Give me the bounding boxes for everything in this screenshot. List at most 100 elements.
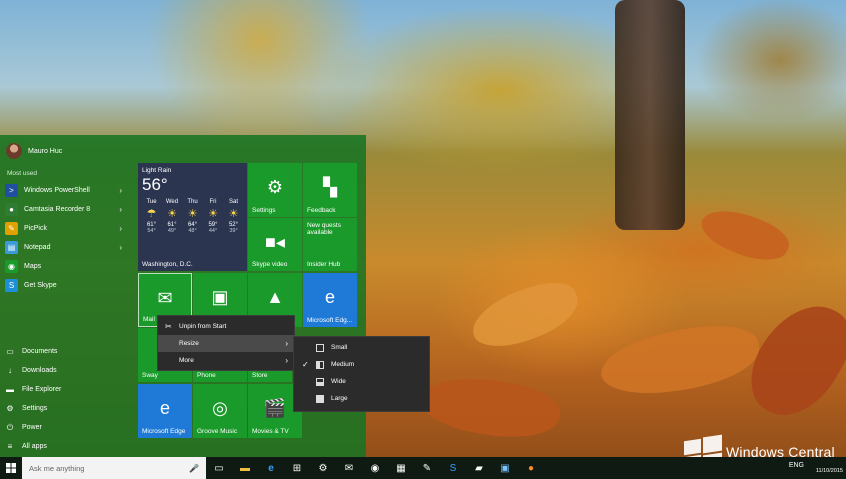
edge-icon: e	[324, 287, 335, 307]
system-tray: ENG	[789, 462, 804, 469]
picpick-icon[interactable]: ✎	[414, 457, 440, 479]
notepad-icon: ▤	[5, 241, 18, 254]
maps-icon: ◉	[5, 260, 18, 273]
resize-submenu: Small ✓ Medium Wide Large	[293, 336, 430, 412]
wallpaper-leaf	[596, 319, 764, 401]
start-app-item[interactable]: ▤ Notepad ›	[5, 238, 125, 257]
camtasia-icon: ●	[5, 203, 18, 216]
clock[interactable]: 11/10/2015	[816, 459, 843, 475]
bottom-item-label: Settings	[22, 405, 48, 412]
start-app-item[interactable]: ✎ PicPick ›	[5, 219, 125, 238]
forecast-day-name: Tue	[146, 199, 157, 205]
start-bottom-item[interactable]: ▭ Documents	[5, 342, 125, 361]
resize-option-small[interactable]: Small	[294, 339, 429, 356]
language-indicator[interactable]: ENG	[789, 462, 804, 469]
gear-icon: ⚙	[6, 404, 14, 413]
menu-item-resize[interactable]: Resize ›	[158, 335, 294, 352]
forecast-day: Thu ☀ 64° 48°	[183, 199, 202, 234]
taskbar: Ask me anything 🎤 ▭ ▬ e ⊞ ⚙ ✉ ◉ ▦ ✎ S ▰ …	[0, 457, 846, 479]
task-view-icon[interactable]: ▭	[206, 457, 232, 479]
video-camera-icon: ■◂	[265, 232, 285, 252]
feedback-icon: ▚	[323, 177, 337, 197]
mail-icon[interactable]: ✉	[336, 457, 362, 479]
most-used-list: > Windows PowerShell › ● Camtasia Recorder 8…	[5, 181, 125, 295]
app-label: Camtasia Recorder 8	[24, 206, 91, 213]
app-label: PicPick	[24, 225, 47, 232]
resize-option-large[interactable]: Large	[294, 390, 429, 407]
tile-microsoft-edge[interactable]: e Microsoft Edge	[138, 384, 192, 438]
forecast-day: Fri ☀ 59° 44°	[204, 199, 223, 234]
forecast-low: 44°	[208, 228, 218, 234]
tile-groove-music[interactable]: ◎ Groove Music	[193, 384, 247, 438]
tile-edge-small[interactable]: e Microsoft Edg...	[303, 273, 357, 327]
tile-skype-video[interactable]: ■◂ Skype video	[248, 218, 302, 271]
edge-icon: e	[159, 398, 170, 418]
powershell-icon: >	[5, 184, 18, 197]
start-bottom-list: ▭ Documents ↓ Downloads ▬ File Explorer ⚙ Setti…	[5, 342, 125, 456]
weather-condition: Light Rain	[142, 167, 172, 174]
chat-icon: ▣	[211, 287, 229, 307]
clapperboard-icon[interactable]: ▦	[388, 457, 414, 479]
search-box[interactable]: Ask me anything 🎤	[22, 457, 206, 479]
app-label: Notepad	[24, 244, 51, 251]
start-app-item[interactable]: > Windows PowerShell ›	[5, 181, 125, 200]
tile-feedback[interactable]: ▚ Feedback	[303, 163, 357, 217]
start-bottom-item[interactable]: ↓ Downloads	[5, 361, 125, 380]
store-icon[interactable]: ⊞	[284, 457, 310, 479]
tile-label: Groove Music	[197, 428, 238, 435]
forecast-day: Sat ☀ 52° 39°	[224, 199, 243, 234]
forecast-day-name: Thu	[187, 199, 198, 205]
start-bottom-item[interactable]: ≡ All apps	[5, 437, 125, 456]
chevron-right-icon[interactable]: ›	[119, 243, 122, 252]
resize-option-label: Large	[331, 395, 348, 402]
remote-desktop-icon[interactable]: ▣	[492, 457, 518, 479]
gear-icon[interactable]: ⚙	[310, 457, 336, 479]
edge-icon[interactable]: e	[258, 457, 284, 479]
menu-item-unpin[interactable]: ✂ Unpin from Start	[158, 318, 294, 335]
camtasia-icon[interactable]: ◉	[362, 457, 388, 479]
picpick-icon: ✎	[5, 222, 18, 235]
resize-option-medium[interactable]: ✓ Medium	[294, 356, 429, 373]
user-name: Mauro Huc	[28, 147, 63, 155]
start-bottom-item[interactable]: ⏻ Power	[5, 418, 125, 437]
tile-label: Sway	[142, 372, 158, 379]
mail-icon: ✉	[157, 288, 173, 308]
start-button[interactable]	[0, 457, 22, 479]
tile-insider-hub[interactable]: New quests available Insider Hub	[303, 218, 357, 271]
forecast-low: 49°	[167, 228, 177, 234]
resize-option-wide[interactable]: Wide	[294, 373, 429, 390]
unpin-icon: ✂	[165, 322, 172, 331]
chevron-right-icon[interactable]: ›	[119, 224, 122, 233]
forecast-day-name: Sat	[228, 199, 238, 205]
forecast-low: 48°	[188, 228, 197, 234]
menu-item-more[interactable]: More ›	[158, 352, 294, 369]
documents-icon: ▭	[6, 347, 14, 356]
chevron-right-icon[interactable]: ›	[119, 186, 122, 195]
weather-tile[interactable]: Light Rain 56° Tue ☂ 61° 54° Wed ☀ 61° 49° Thu ☀ 6…	[138, 163, 247, 271]
all-apps-icon: ≡	[7, 442, 13, 451]
start-app-item[interactable]: S Get Skype	[5, 276, 125, 295]
start-bottom-item[interactable]: ⚙ Settings	[5, 399, 125, 418]
file-explorer-icon[interactable]: ▬	[232, 457, 258, 479]
start-app-item[interactable]: ● Camtasia Recorder 8 ›	[5, 200, 125, 219]
tile-size-icon	[316, 360, 324, 369]
microphone-icon[interactable]: 🎤	[189, 464, 199, 473]
forecast-day: Wed ☀ 61° 49°	[163, 199, 182, 234]
start-app-item[interactable]: ◉ Maps	[5, 257, 125, 276]
wallpaper-leaf	[416, 368, 564, 447]
photo-icon: ▲	[266, 287, 284, 307]
bottom-item-label: Downloads	[22, 367, 57, 374]
tile-settings[interactable]: ⚙ Settings	[248, 163, 302, 217]
tile-label: Phone	[197, 372, 216, 379]
user-account[interactable]: Mauro Huc	[6, 143, 62, 159]
start-bottom-item[interactable]: ▬ File Explorer	[5, 380, 125, 399]
chevron-right-icon[interactable]: ›	[119, 205, 122, 214]
tile-size-icon	[316, 377, 324, 386]
forecast-day: Tue ☂ 61° 54°	[142, 199, 161, 234]
firefox-icon[interactable]: ●	[518, 457, 544, 479]
skype-icon[interactable]: S	[440, 457, 466, 479]
resize-option-label: Wide	[331, 378, 346, 385]
bottom-item-label: Power	[22, 424, 42, 431]
powershell-icon[interactable]: ▰	[466, 457, 492, 479]
app-label: Get Skype	[24, 282, 57, 289]
